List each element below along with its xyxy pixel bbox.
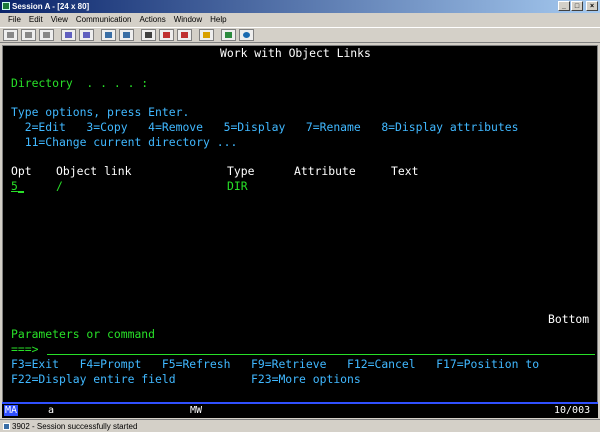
status-message: 3902 - Session successfully started — [12, 422, 138, 431]
opt-input[interactable]: 5 — [11, 179, 18, 194]
oia-a: a — [48, 405, 55, 416]
menu-help[interactable]: Help — [206, 13, 230, 27]
paste-icon[interactable] — [39, 29, 54, 41]
stop-icon[interactable] — [159, 29, 174, 41]
column-object-link: Object link — [56, 164, 132, 178]
display-icon[interactable] — [101, 29, 116, 41]
maximize-button[interactable]: □ — [571, 1, 583, 11]
oia-mw: MW — [190, 405, 203, 416]
copy-icon[interactable] — [21, 29, 36, 41]
options-line-2: 11=Change current directory ... — [11, 135, 238, 149]
instructions: Type options, press Enter. — [11, 105, 190, 119]
minimize-button[interactable]: _ — [558, 1, 570, 11]
session-icon — [2, 2, 10, 10]
macro-icon[interactable] — [141, 29, 156, 41]
globe-icon[interactable] — [221, 29, 236, 41]
close-button[interactable]: × — [586, 1, 598, 11]
column-text: Text — [391, 164, 419, 178]
function-keys-line-2: F22=Display entire field F23=More option… — [11, 372, 361, 386]
bottom-indicator: Bottom — [548, 312, 590, 326]
receive-icon[interactable] — [79, 29, 94, 41]
menu-view[interactable]: View — [47, 13, 72, 27]
menu-window[interactable]: Window — [170, 13, 206, 27]
object-link-value: / — [56, 179, 63, 193]
cursor-position: 10/003 — [554, 405, 591, 416]
oia-ma: MA — [4, 405, 19, 416]
send-icon[interactable] — [61, 29, 76, 41]
options-line-1: 2=Edit 3=Copy 4=Remove 5=Display 7=Renam… — [11, 120, 519, 134]
menu-bar: File Edit View Communication Actions Win… — [0, 13, 600, 27]
play-icon[interactable] — [177, 29, 192, 41]
menu-file[interactable]: File — [4, 13, 25, 27]
command-input[interactable] — [47, 354, 595, 355]
status-icon — [3, 423, 10, 430]
type-value: DIR — [227, 179, 248, 193]
status-bar: 3902 - Session successfully started — [0, 419, 600, 432]
terminal-screen[interactable]: Work with Object Links Directory . . . .… — [2, 45, 598, 418]
menu-communication[interactable]: Communication — [72, 13, 136, 27]
window-title: Session A - [24 x 80] — [12, 2, 90, 11]
function-keys-line-1: F3=Exit F4=Prompt F5=Refresh F9=Retrieve… — [11, 357, 540, 371]
info-icon[interactable] — [239, 29, 254, 41]
window-title-bar: Session A - [24 x 80] _ □ × — [0, 0, 600, 13]
record-icon[interactable] — [119, 29, 134, 41]
command-prompt: ===> — [11, 342, 39, 356]
toolbar — [0, 27, 600, 43]
print-icon[interactable] — [3, 29, 18, 41]
column-type: Type — [227, 164, 255, 178]
color-icon[interactable] — [199, 29, 214, 41]
directory-label: Directory . . . . : — [11, 76, 149, 90]
cursor — [18, 191, 24, 193]
column-attribute: Attribute — [294, 164, 356, 178]
screen-title: Work with Object Links — [220, 46, 371, 60]
operator-info-area: MA a MW 10/003 — [2, 402, 598, 418]
menu-edit[interactable]: Edit — [25, 13, 47, 27]
menu-actions[interactable]: Actions — [135, 13, 169, 27]
params-label: Parameters or command — [11, 327, 156, 341]
column-opt: Opt — [11, 164, 32, 178]
